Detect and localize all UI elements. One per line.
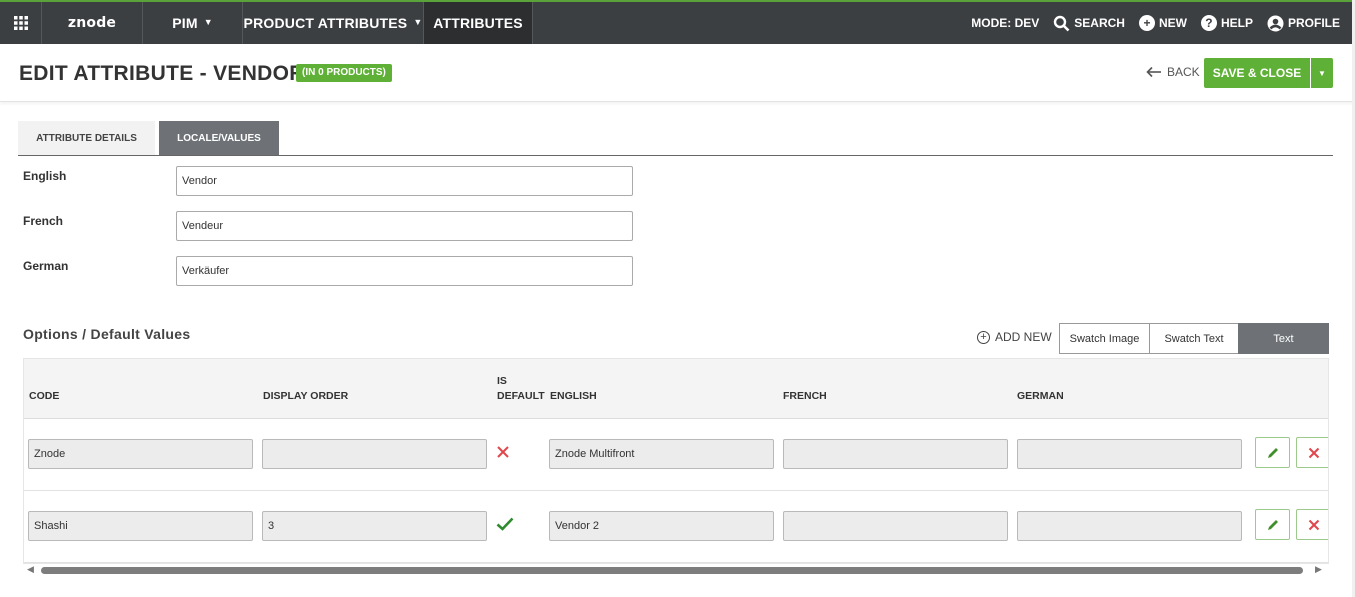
swatch-image-toggle[interactable]: Swatch Image bbox=[1059, 323, 1150, 354]
profile-icon bbox=[1267, 15, 1284, 31]
swatch-text-toggle[interactable]: Swatch Text bbox=[1149, 323, 1239, 354]
column-header-is-default-line2: DEFAULT bbox=[497, 390, 545, 402]
search-label: SEARCH bbox=[1074, 16, 1125, 30]
nav-attributes-label: ATTRIBUTES bbox=[433, 15, 523, 31]
plus-circle-icon: + bbox=[977, 330, 990, 344]
help-button[interactable]: ? HELP bbox=[1200, 15, 1253, 31]
nav-product-attributes-menu[interactable]: PRODUCT ATTRIBUTES ▼ bbox=[243, 2, 424, 44]
tab-bar: ATTRIBUTE DETAILS LOCALE/VALUES bbox=[18, 121, 1333, 156]
products-count-badge: (IN 0 PRODUCTS) bbox=[296, 64, 392, 82]
tab-locale-values[interactable]: LOCALE/VALUES bbox=[159, 121, 279, 155]
top-right-menu: MODE: DEV SEARCH + NEW ? HELP PROFILE bbox=[971, 2, 1340, 44]
plus-circle-icon: + bbox=[1138, 15, 1155, 31]
edit-row-button[interactable] bbox=[1255, 437, 1290, 468]
profile-label: PROFILE bbox=[1287, 16, 1340, 30]
search-button[interactable]: SEARCH bbox=[1053, 15, 1125, 32]
locale-input-french[interactable]: Vendeur bbox=[176, 211, 633, 241]
french-value-input[interactable] bbox=[783, 439, 1008, 469]
column-header-german: GERMAN bbox=[1017, 390, 1064, 402]
horizontal-scrollbar[interactable]: ◀ ▶ bbox=[23, 563, 1329, 577]
locale-label-german: German bbox=[23, 259, 69, 273]
column-header-code: CODE bbox=[29, 390, 60, 402]
table-row: Znode Znode Multifront bbox=[24, 419, 1328, 491]
locale-label-english: English bbox=[23, 169, 67, 183]
add-new-button[interactable]: + ADD NEW bbox=[977, 330, 1052, 344]
page-header: EDIT ATTRIBUTE - VENDOR (IN 0 PRODUCTS) … bbox=[0, 44, 1355, 102]
top-navbar: znode PIM ▼ PRODUCT ATTRIBUTES ▼ ATTRIBUTE… bbox=[0, 0, 1355, 44]
is-default-check-icon bbox=[496, 515, 514, 536]
german-value-input[interactable] bbox=[1017, 439, 1242, 469]
grid-header: CODE DISPLAY ORDER IS DEFAULT ENGLISH FR… bbox=[24, 359, 1328, 419]
new-button[interactable]: + NEW bbox=[1138, 15, 1187, 31]
mode-indicator[interactable]: MODE: DEV bbox=[971, 16, 1039, 30]
column-header-display-order: DISPLAY ORDER bbox=[263, 390, 349, 402]
options-grid: CODE DISPLAY ORDER IS DEFAULT ENGLISH FR… bbox=[23, 358, 1329, 564]
nav-pim-label: PIM bbox=[172, 15, 198, 31]
back-button[interactable]: BACK bbox=[1146, 65, 1200, 79]
mode-label: MODE: DEV bbox=[971, 16, 1040, 30]
znode-logo[interactable]: znode bbox=[42, 2, 143, 44]
english-value-input[interactable]: Znode Multifront bbox=[549, 439, 774, 469]
table-row: Shashi 3 Vendor 2 bbox=[24, 491, 1328, 563]
tab-attribute-details[interactable]: ATTRIBUTE DETAILS bbox=[18, 121, 155, 155]
english-value-input[interactable]: Vendor 2 bbox=[549, 511, 774, 541]
arrow-left-icon bbox=[1146, 66, 1161, 78]
add-new-label: ADD NEW bbox=[995, 330, 1052, 344]
search-icon bbox=[1054, 15, 1070, 31]
display-order-input[interactable] bbox=[262, 439, 487, 469]
delete-row-button[interactable] bbox=[1296, 509, 1328, 540]
page-title: EDIT ATTRIBUTE - VENDOR bbox=[19, 62, 305, 85]
logo-text: znode bbox=[67, 15, 117, 31]
scroll-left-arrow-icon[interactable]: ◀ bbox=[27, 564, 34, 575]
locale-input-german[interactable]: Verkäufer bbox=[176, 256, 633, 286]
help-label: HELP bbox=[1220, 16, 1253, 30]
not-default-x-icon bbox=[496, 443, 510, 464]
close-icon bbox=[1308, 447, 1319, 458]
new-label: NEW bbox=[1158, 16, 1187, 30]
locale-input-english[interactable]: Vendor bbox=[176, 166, 633, 196]
locale-label-french: French bbox=[23, 214, 64, 228]
scroll-right-arrow-icon[interactable]: ▶ bbox=[1315, 564, 1322, 575]
options-section-title: Options / Default Values bbox=[23, 326, 191, 342]
pencil-icon bbox=[1267, 447, 1278, 458]
nav-attributes[interactable]: ATTRIBUTES bbox=[424, 2, 533, 44]
pencil-icon bbox=[1267, 519, 1278, 530]
chevron-down-icon: ▼ bbox=[1318, 68, 1326, 78]
text-toggle[interactable]: Text bbox=[1238, 323, 1329, 354]
code-input[interactable]: Znode bbox=[28, 439, 253, 469]
nav-product-attributes-label: PRODUCT ATTRIBUTES bbox=[243, 15, 408, 31]
save-close-button[interactable]: SAVE & CLOSE bbox=[1204, 58, 1310, 88]
chevron-down-icon: ▼ bbox=[413, 17, 423, 27]
german-value-input[interactable] bbox=[1017, 511, 1242, 541]
french-value-input[interactable] bbox=[783, 511, 1008, 541]
chevron-down-icon: ▼ bbox=[203, 17, 213, 27]
save-options-dropdown[interactable]: ▼ bbox=[1311, 58, 1333, 88]
scrollbar-thumb[interactable] bbox=[41, 567, 1303, 574]
edit-row-button[interactable] bbox=[1255, 509, 1290, 540]
code-input[interactable]: Shashi bbox=[28, 511, 253, 541]
delete-row-button[interactable] bbox=[1296, 437, 1328, 468]
back-label: BACK bbox=[1167, 65, 1200, 79]
apps-grid-icon[interactable] bbox=[0, 2, 42, 44]
column-header-english: ENGLISH bbox=[550, 390, 597, 402]
column-header-french: FRENCH bbox=[783, 390, 827, 402]
column-header-is-default-line1: IS bbox=[497, 375, 507, 387]
profile-button[interactable]: PROFILE bbox=[1267, 15, 1340, 32]
close-icon bbox=[1308, 519, 1319, 530]
display-order-input[interactable]: 3 bbox=[262, 511, 487, 541]
help-icon: ? bbox=[1200, 15, 1217, 31]
nav-pim-menu[interactable]: PIM ▼ bbox=[143, 2, 243, 44]
